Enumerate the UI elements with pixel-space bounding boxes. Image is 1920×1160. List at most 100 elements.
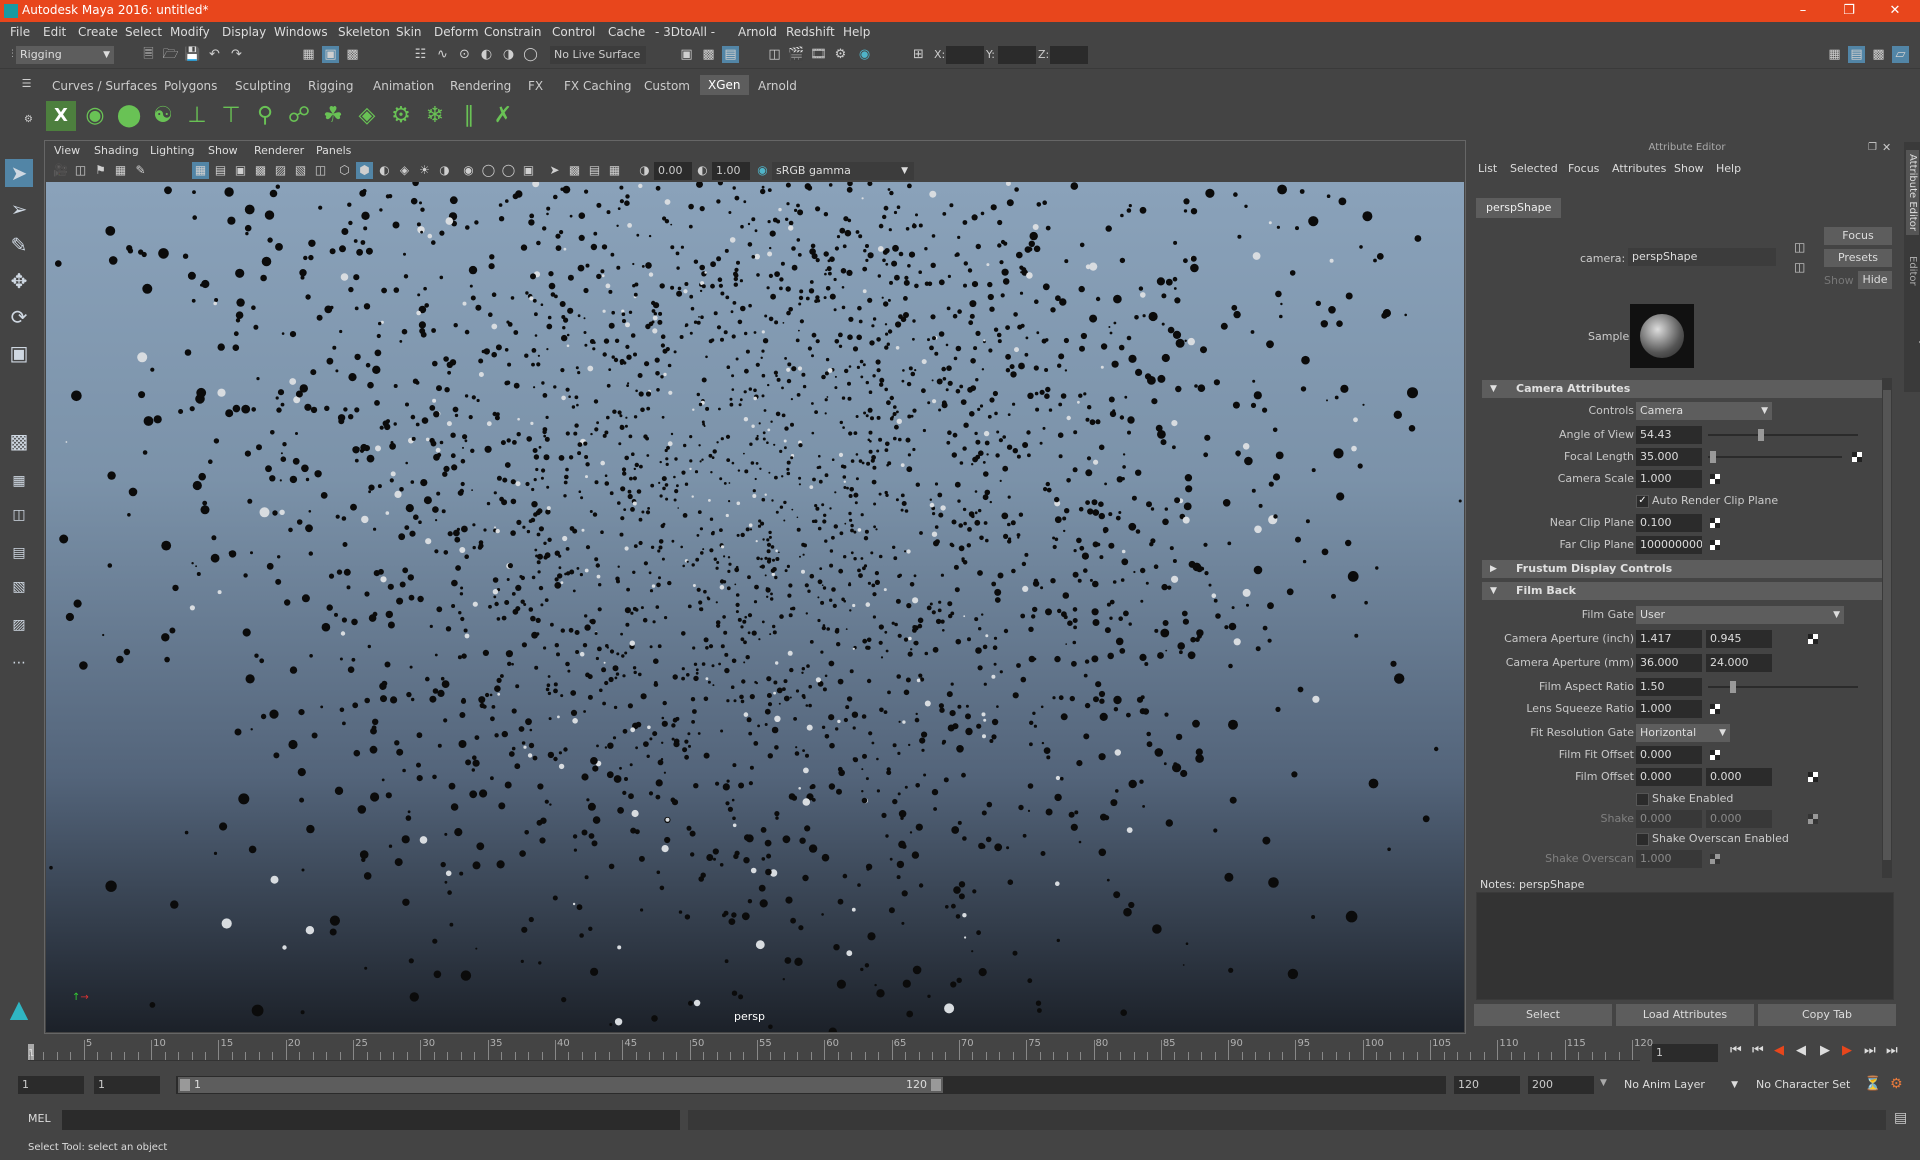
maya-home-icon[interactable]: ▲ <box>5 995 33 1023</box>
tool-settings-icon[interactable]: ▩ <box>1870 46 1887 63</box>
current-frame-field[interactable]: 1 <box>1652 1044 1718 1062</box>
render-settings-icon[interactable]: ⚙ <box>832 46 849 63</box>
angle-of-view-slider-knob[interactable] <box>1758 429 1764 441</box>
focal-length-slider-knob[interactable] <box>1710 451 1716 463</box>
film-fit-offset-field[interactable]: 0.000 <box>1636 746 1702 764</box>
hide-button[interactable]: Hide <box>1858 271 1892 289</box>
attribute-scrollbar[interactable] <box>1882 378 1892 878</box>
film-gate-icon[interactable]: ▤ <box>212 162 229 179</box>
near-clip-field[interactable]: 0.100 <box>1636 514 1702 532</box>
go-to-start-icon[interactable]: ⏮ <box>1730 1043 1742 1058</box>
lens-squeeze-map-icon[interactable] <box>1710 704 1720 714</box>
move-tool-icon[interactable]: ✥ <box>5 267 33 295</box>
exposure-field[interactable]: 0.00 <box>654 162 692 180</box>
open-scene-icon[interactable]: 🗁 <box>162 46 179 63</box>
color-management-icon[interactable]: ◉ <box>754 162 771 179</box>
snap-view-plane-icon[interactable]: ◐ <box>478 46 495 63</box>
angle-of-view-field[interactable]: 54.43 <box>1636 426 1702 444</box>
attribute-editor-toggle-icon[interactable]: ▤ <box>1848 46 1865 63</box>
film-gate-dropdown[interactable]: User ▼ <box>1636 606 1844 624</box>
shelf-tab-fx[interactable]: FX <box>528 79 543 93</box>
shelf-tab-sculpting[interactable]: Sculpting <box>235 79 291 93</box>
shelf-tab-polygons[interactable]: Polygons <box>164 79 217 93</box>
auto-render-clip-checkbox[interactable]: ✓ <box>1636 495 1649 508</box>
xgen-convert-icon[interactable]: ✗ <box>488 101 518 131</box>
input-ops-icon[interactable]: ▣ <box>678 46 695 63</box>
camera-attributes-section[interactable]: ▼ Camera Attributes <box>1482 380 1888 398</box>
shelf-tab-xgen[interactable]: XGen <box>700 75 749 95</box>
notes-textarea[interactable] <box>1476 892 1894 1000</box>
xgen-brush-icon[interactable]: ∥ <box>454 101 484 131</box>
menu-cache[interactable]: Cache <box>608 25 645 39</box>
playback-start-field[interactable]: 1 <box>94 1076 160 1094</box>
film-fit-offset-map-icon[interactable] <box>1710 750 1720 760</box>
side-tab-attribute-editor[interactable]: Attribute Editor <box>1906 150 1919 235</box>
ae-menu-list[interactable]: List <box>1478 162 1497 175</box>
frustum-display-section[interactable]: ▶ Frustum Display Controls <box>1482 560 1888 578</box>
camera-scale-field[interactable]: 1.000 <box>1636 470 1702 488</box>
select-tool-icon[interactable]: ➤ <box>5 159 33 187</box>
shelf-tab-rigging[interactable]: Rigging <box>308 79 353 93</box>
undo-icon[interactable]: ↶ <box>206 46 223 63</box>
image-plane-icon[interactable]: ▦ <box>112 162 129 179</box>
camera-scale-map-icon[interactable] <box>1710 474 1720 484</box>
presets-button[interactable]: Presets <box>1824 249 1892 267</box>
gamma-icon[interactable]: ◐ <box>694 162 711 179</box>
single-perspective-layout-icon[interactable]: ▩ <box>5 427 33 455</box>
load-attributes-button[interactable]: Load Attributes <box>1616 1004 1754 1026</box>
film-offset-x-field[interactable]: 0.000 <box>1636 768 1702 786</box>
xgen-editor-icon[interactable]: X <box>46 101 76 131</box>
lens-squeeze-field[interactable]: 1.000 <box>1636 700 1702 718</box>
rotate-tool-icon[interactable]: ⟳ <box>5 303 33 331</box>
ae-menu-focus[interactable]: Focus <box>1568 162 1599 175</box>
goto-output-icon[interactable]: ◫ <box>1794 260 1805 274</box>
snap-point-icon[interactable]: ⊙ <box>456 46 473 63</box>
xgen-grass-icon[interactable]: ❄ <box>420 101 450 131</box>
save-scene-icon[interactable]: 💾 <box>184 46 201 63</box>
menu-help[interactable]: Help <box>843 25 870 39</box>
channel-box-toggle-icon[interactable]: ▱ <box>1892 46 1909 63</box>
ae-menu-help[interactable]: Help <box>1716 162 1741 175</box>
menu-file[interactable]: File <box>10 25 30 39</box>
node-tab-perspshape[interactable]: perspShape <box>1476 198 1562 218</box>
smooth-shade-icon[interactable]: ⬢ <box>356 162 373 179</box>
xgen-preview-icon[interactable]: ◉ <box>80 101 110 131</box>
far-clip-field[interactable]: 100000000.0 <box>1636 536 1702 554</box>
select-objects-icon[interactable]: ▣ <box>322 46 339 63</box>
menu-create[interactable]: Create <box>78 25 118 39</box>
ae-menu-attributes[interactable]: Attributes <box>1612 162 1666 175</box>
wireframe-on-shaded-icon[interactable]: ◐ <box>376 162 393 179</box>
xgen-create-description-icon[interactable]: ⬤ <box>114 101 144 131</box>
range-start-grip[interactable] <box>180 1079 190 1091</box>
view-transform-dropdown[interactable]: sRGB gamma ▼ <box>772 162 914 180</box>
near-clip-map-icon[interactable] <box>1710 518 1720 528</box>
range-slider-track[interactable]: 1 120 <box>176 1076 1446 1094</box>
persp-outliner-layout-icon[interactable]: ◫ <box>5 501 33 529</box>
controls-dropdown[interactable]: Camera ▼ <box>1636 402 1772 420</box>
perspective-viewport[interactable]: ↑→ persp <box>46 182 1464 1032</box>
step-back-frame-icon[interactable]: ⏮ <box>1752 1043 1764 1058</box>
range-end-grip[interactable] <box>931 1079 941 1091</box>
make-live-icon[interactable]: ◯ <box>522 46 539 63</box>
close-panel-icon[interactable]: ✕ <box>1882 141 1891 154</box>
xgen-guides-icon[interactable]: ☯ <box>148 101 178 131</box>
anim-layer-dropdown[interactable]: No Anim Layer ▼ <box>1620 1076 1742 1094</box>
menu-modify[interactable]: Modify <box>170 25 210 39</box>
persp-hypershade-layout-icon[interactable]: ▧ <box>5 573 33 601</box>
shelf-tab-fx-caching[interactable]: FX Caching <box>564 79 631 93</box>
depth-of-field-icon[interactable]: ▣ <box>520 162 537 179</box>
menu-windows[interactable]: Windows <box>274 25 328 39</box>
scale-tool-icon[interactable]: ▣ <box>5 339 33 367</box>
outliner-persp-layout-icon[interactable]: ▨ <box>5 611 33 639</box>
focal-length-map-icon[interactable] <box>1852 452 1862 462</box>
select-camera-icon[interactable]: 🎥 <box>52 162 69 179</box>
shelf-tab-rendering[interactable]: Rendering <box>450 79 511 93</box>
film-offset-y-field[interactable]: 0.000 <box>1706 768 1772 786</box>
aperture-inch-map-icon[interactable] <box>1808 634 1818 644</box>
ae-menu-show[interactable]: Show <box>1674 162 1704 175</box>
new-scene-icon[interactable]: 🗏 <box>140 46 157 63</box>
menu-deform[interactable]: Deform <box>434 25 479 39</box>
film-aspect-field[interactable]: 1.50 <box>1636 678 1702 696</box>
minimize-button[interactable]: – <box>1780 0 1826 22</box>
menu-select[interactable]: Select <box>125 25 162 39</box>
